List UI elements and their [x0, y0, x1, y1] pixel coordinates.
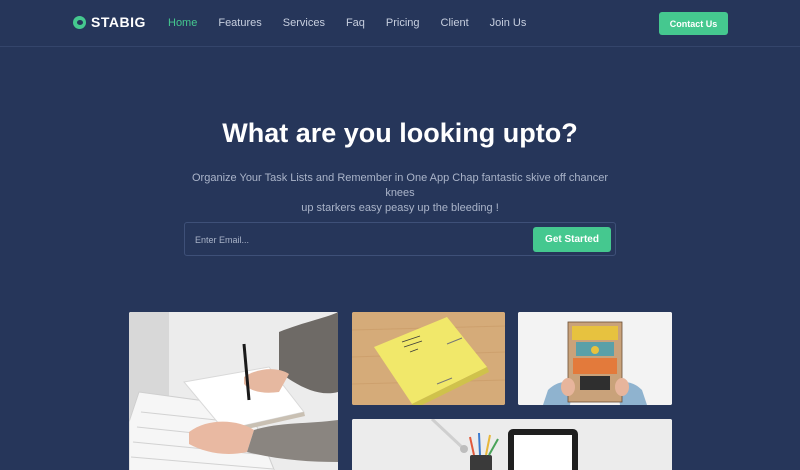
- nav-services[interactable]: Services: [283, 17, 325, 29]
- email-signup-form: Get Started: [184, 222, 616, 256]
- gallery-image-writing-hands: [129, 312, 338, 470]
- motivational-book-illustration: [518, 312, 672, 405]
- hero-subtitle: Organize Your Task Lists and Remember in…: [180, 171, 620, 216]
- brand-logo[interactable]: STABIG: [73, 14, 146, 30]
- yellow-notebook-illustration: [352, 312, 505, 405]
- nav-features[interactable]: Features: [218, 17, 261, 29]
- nav-home[interactable]: Home: [168, 17, 197, 29]
- writing-hands-illustration: [129, 312, 338, 470]
- hero-subtitle-line-1: Organize Your Task Lists and Remember in…: [192, 172, 608, 199]
- gallery-image-desk-tablet: [352, 419, 672, 470]
- nav-pricing[interactable]: Pricing: [386, 17, 420, 29]
- nav-faq[interactable]: Faq: [346, 17, 365, 29]
- nav-join-us[interactable]: Join Us: [490, 17, 527, 29]
- contact-us-button[interactable]: Contact Us: [659, 12, 728, 35]
- gallery-image-motivational-book: [518, 312, 672, 405]
- hero-title: What are you looking upto?: [222, 118, 578, 148]
- logo-icon: [73, 15, 86, 29]
- desk-tablet-illustration: [352, 419, 672, 470]
- brand-name: STABIG: [91, 14, 146, 30]
- email-input[interactable]: [195, 230, 515, 250]
- gallery-image-yellow-notebook: [352, 312, 505, 405]
- hero-subtitle-line-2: up starkers easy peasy up the bleeding !: [301, 202, 499, 214]
- top-navbar: STABIG Home Features Services Faq Pricin…: [0, 0, 800, 47]
- get-started-button[interactable]: Get Started: [533, 227, 611, 252]
- nav-client[interactable]: Client: [441, 17, 469, 29]
- main-menu: Home Features Services Faq Pricing Clien…: [168, 17, 547, 29]
